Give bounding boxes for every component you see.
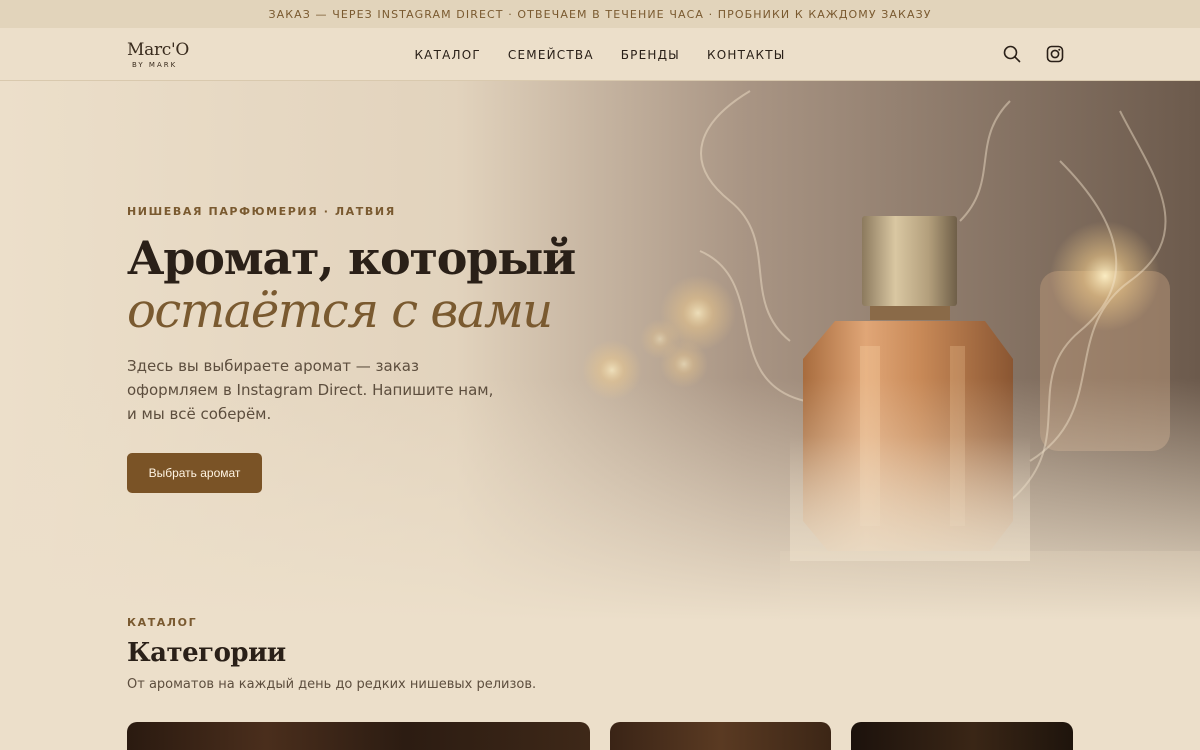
announcement-bar: ЗАКАЗ — ЧЕРЕЗ INSTAGRAM DIRECT · ОТВЕЧАЕ… <box>0 0 1200 28</box>
catalog-title: Категории <box>127 638 286 668</box>
hero-perfume-image <box>0 81 1200 621</box>
nav-item-catalog[interactable]: КАТАЛОГ <box>414 48 480 62</box>
choose-fragrance-button[interactable]: Выбрать аромат <box>127 453 262 493</box>
nav-item-contacts[interactable]: КОНТАКТЫ <box>707 48 786 62</box>
nav-item-families[interactable]: СЕМЕЙСТВА <box>508 48 594 62</box>
hero-section: НИШЕВАЯ ПАРФЮМЕРИЯ · ЛАТВИЯ Аромат, кото… <box>0 81 1200 621</box>
hero-title: Аромат, который <box>127 231 576 285</box>
hero-description: Здесь вы выбираете аромат — заказ оформл… <box>127 357 494 423</box>
catalog-subtitle: От ароматов на каждый день до редких ниш… <box>127 677 537 692</box>
hero-eyebrow: НИШЕВАЯ ПАРФЮМЕРИЯ · ЛАТВИЯ <box>127 205 396 218</box>
nav-item-brands[interactable]: БРЕНДЫ <box>621 48 680 62</box>
brand-subtitle: BY MARK <box>132 61 178 69</box>
announcement-text: ЗАКАЗ — ЧЕРЕЗ INSTAGRAM DIRECT · ОТВЕЧАЕ… <box>268 7 932 21</box>
brand-name: Marc'O <box>127 40 189 60</box>
category-card[interactable] <box>127 722 590 750</box>
instagram-icon[interactable] <box>1044 43 1066 65</box>
catalog-eyebrow: КАТАЛОГ <box>127 616 198 629</box>
hero-title-accent: остаётся с вами <box>127 283 553 339</box>
search-icon[interactable] <box>1001 43 1023 65</box>
brand-logo[interactable]: Marc'O BY MARK <box>127 40 207 69</box>
site-header: Marc'O BY MARK КАТАЛОГ СЕМЕЙСТВА БРЕНДЫ … <box>0 28 1200 81</box>
category-card[interactable] <box>851 722 1073 750</box>
category-card[interactable] <box>610 722 831 750</box>
